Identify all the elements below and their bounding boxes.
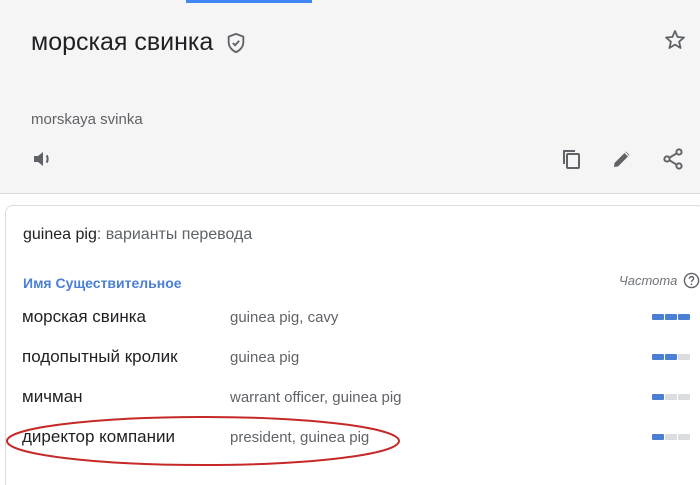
frequency-bars [652, 314, 690, 320]
variant-word[interactable]: подопытный кролик [22, 347, 178, 367]
list-item[interactable]: морская свинка guinea pig, cavy [0, 307, 700, 347]
edit-pencil-icon[interactable] [610, 147, 634, 171]
list-item[interactable]: директор компании president, guinea pig [0, 427, 700, 467]
frequency-label: Частота [619, 273, 678, 288]
frequency-bars [652, 354, 690, 360]
frequency-bar-segment [665, 354, 677, 360]
translation-text: морская свинка [31, 28, 214, 56]
card-title: guinea pig: варианты перевода [23, 226, 252, 244]
frequency-bar-segment [665, 314, 677, 320]
variant-word[interactable]: директор компании [22, 427, 175, 447]
share-icon[interactable] [661, 147, 685, 171]
frequency-bar-segment [665, 434, 677, 440]
variant-word[interactable]: морская свинка [22, 307, 146, 327]
list-item[interactable]: мичман warrant officer, guinea pig [0, 387, 700, 427]
transliteration: morskaya svinka [31, 111, 143, 128]
variant-meanings: president, guinea pig [230, 429, 370, 446]
frequency-bar-segment [652, 434, 664, 440]
speaker-icon[interactable] [31, 147, 55, 171]
frequency-bar-segment [652, 394, 664, 400]
active-tab-indicator [186, 0, 312, 3]
card-title-suffix: : варианты перевода [96, 226, 253, 243]
variant-meanings: warrant officer, guinea pig [230, 389, 402, 406]
frequency-bars [652, 394, 690, 400]
translation-result: морская свинка [31, 28, 247, 57]
frequency-bar-segment [678, 354, 690, 360]
variant-word[interactable]: мичман [22, 387, 83, 407]
verified-shield-icon [228, 32, 245, 53]
variant-meanings: guinea pig, cavy [230, 309, 339, 326]
frequency-bar-segment [678, 394, 690, 400]
list-item[interactable]: подопытный кролик guinea pig [0, 347, 700, 387]
part-of-speech-label: Имя Существительное [23, 275, 182, 291]
frequency-header: Частота [619, 272, 700, 289]
frequency-bar-segment [678, 434, 690, 440]
help-icon[interactable] [683, 272, 700, 289]
frequency-bar-segment [678, 314, 690, 320]
frequency-bars [652, 434, 690, 440]
frequency-bar-segment [665, 394, 677, 400]
copy-icon[interactable] [559, 147, 583, 171]
translation-panel: морская свинка morskaya svinka [0, 0, 700, 194]
card-title-term: guinea pig [23, 226, 97, 243]
frequency-bar-segment [652, 314, 664, 320]
star-icon[interactable] [663, 28, 687, 52]
variant-meanings: guinea pig [230, 349, 300, 366]
frequency-bar-segment [652, 354, 664, 360]
